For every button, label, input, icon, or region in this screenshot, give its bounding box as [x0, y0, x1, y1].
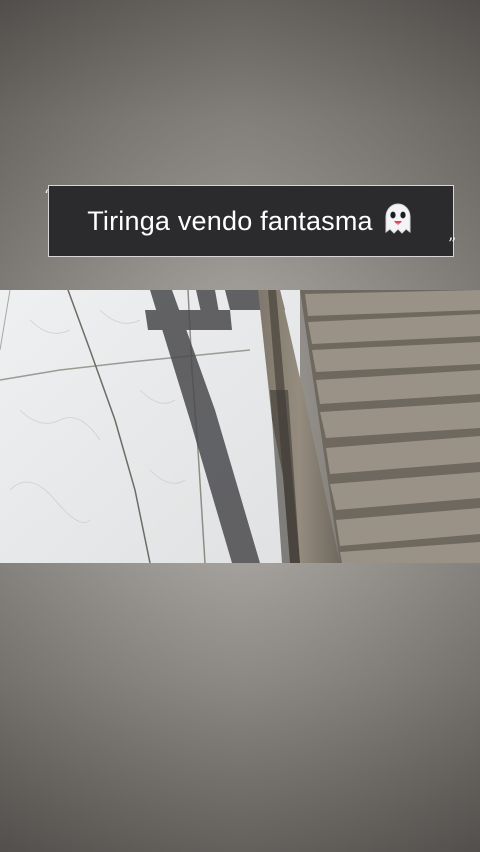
ghost-icon: [381, 202, 415, 240]
caption-banner: Tiringa vendo fantasma: [48, 185, 454, 257]
video-frame: [0, 290, 480, 563]
caption-text: Tiringa vendo fantasma: [87, 205, 373, 236]
tile-floor: [0, 290, 300, 563]
caption-close-quote: ”: [448, 234, 457, 253]
blurred-background-bottom: [0, 563, 480, 852]
video-scene: [0, 290, 480, 563]
